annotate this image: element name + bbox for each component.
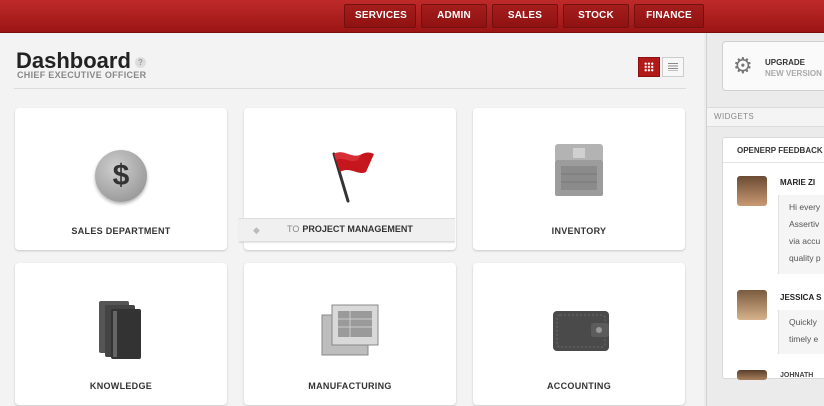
view-toggle (638, 57, 684, 77)
page-subtitle: CHIEF EXECUTIVE OFFICER (17, 70, 147, 80)
red-flag-icon (332, 152, 374, 203)
ribbon-prefix: TO (287, 224, 300, 234)
top-menu: SERVICES ADMIN SALES STOCK FINANCE (344, 4, 704, 28)
tile-accounting[interactable]: ACCOUNTING (473, 263, 685, 405)
tile-label: KNOWLEDGE (89, 381, 153, 391)
feed-line: timely e (789, 334, 819, 344)
tile-label: INVENTORY (551, 226, 607, 236)
list-icon (668, 63, 678, 71)
widgets-label: WIDGETS (714, 112, 755, 121)
tile-inventory[interactable]: INVENTORY (473, 108, 685, 250)
tile-sales-department[interactable]: $ SALES DEPARTMENT (15, 108, 227, 250)
tile-knowledge[interactable]: KNOWLEDGE (15, 263, 227, 405)
gear-icon: ⚙ (733, 53, 753, 78)
list-view-button[interactable] (662, 57, 684, 77)
upgrade-title: UPGRADE (765, 58, 806, 67)
dollar-coin-icon: $ (95, 150, 147, 202)
feed-line: via accu (789, 236, 821, 246)
tile-label: PROJECT MANAGEMENT (302, 224, 413, 234)
nav-services[interactable]: SERVICES (344, 4, 416, 28)
tag-icon: ◆ (253, 225, 260, 235)
feed-message: Quickly timely e (778, 310, 824, 354)
nav-stock[interactable]: STOCK (563, 4, 629, 28)
avatar (737, 176, 767, 206)
divider (723, 162, 824, 163)
feed-author: MARIE ZI (780, 178, 816, 187)
grid-icon (644, 62, 654, 72)
feed-line: Hi every (789, 202, 821, 212)
nav-finance[interactable]: FINANCE (634, 4, 704, 28)
avatar (737, 290, 767, 320)
tile-label: ACCOUNTING (547, 381, 611, 391)
tile-manufacturing[interactable]: MANUFACTURING (244, 263, 456, 405)
feed-line: quality p (789, 253, 821, 263)
feed-author: JESSICA S (780, 293, 822, 302)
upgrade-subtitle: NEW VERSION (765, 69, 822, 78)
right-sidebar: ⚙ UPGRADE NEW VERSION WIDGETS OPENERP FE… (706, 33, 824, 406)
grid-view-button[interactable] (638, 57, 660, 77)
widgets-header: WIDGETS (707, 107, 824, 127)
nav-admin[interactable]: ADMIN (421, 4, 487, 28)
upgrade-button[interactable]: ⚙ UPGRADE NEW VERSION (722, 41, 824, 91)
feedback-title: OPENERP FEEDBACK (737, 146, 823, 155)
tile-label: MANUFACTURING (308, 381, 392, 391)
divider (14, 88, 686, 89)
inventory-crate-icon (555, 144, 603, 196)
feed-message: Hi every Assertiv via accu quality p (778, 195, 824, 274)
feed-line: Assertiv (789, 219, 820, 229)
books-icon (99, 301, 141, 359)
feed-author: JOHNATH (780, 372, 814, 378)
tile-label-ribbon: ◆ TO PROJECT MANAGEMENT (239, 218, 455, 242)
tile-label: SALES DEPARTMENT (71, 226, 171, 236)
blueprint-icon (321, 304, 379, 356)
dashboard-panel: Dashboard? CHIEF EXECUTIVE OFFICER $ SAL… (0, 33, 704, 406)
wallet-icon (553, 311, 609, 351)
feedback-widget: OPENERP FEEDBACK MARIE ZI Hi every Asser… (722, 137, 824, 380)
nav-sales[interactable]: SALES (492, 4, 558, 28)
help-icon[interactable]: ? (134, 56, 146, 68)
avatar (737, 370, 767, 380)
feed-line: Quickly (789, 317, 817, 327)
top-navigation-bar: SERVICES ADMIN SALES STOCK FINANCE (0, 0, 824, 33)
tile-project-management[interactable]: ◆ TO PROJECT MANAGEMENT (239, 108, 456, 250)
